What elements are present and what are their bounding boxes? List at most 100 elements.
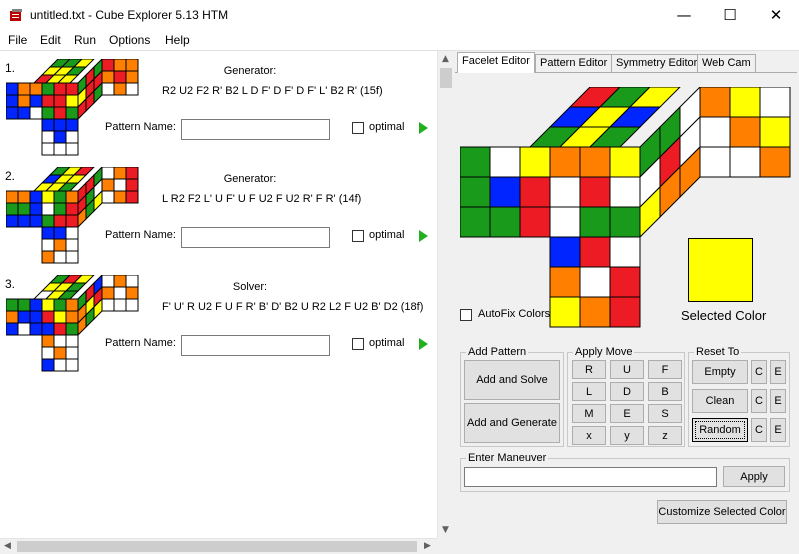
move-m-button[interactable]: M [572,404,606,423]
front-face-facelet[interactable] [65,94,79,108]
close-button[interactable]: ✕ [753,0,799,30]
down-face-facelet[interactable] [65,346,79,360]
left-face-facelet[interactable] [17,202,31,216]
reset-clean-button[interactable]: Clean [692,389,748,413]
reset-random-c-button[interactable]: C [751,418,767,442]
down-face-facelet[interactable] [65,130,79,144]
left-face-facelet[interactable] [6,310,19,324]
tab-pattern-editor[interactable]: Pattern Editor [535,54,613,72]
left-face-facelet[interactable] [17,190,31,204]
reset-random-e-button[interactable]: E [770,418,786,442]
right-face-facelet[interactable] [125,82,139,96]
front-face-facelet[interactable] [579,176,611,208]
right-face-facelet[interactable] [125,178,139,192]
maneuver-input[interactable] [464,467,717,487]
right-face-facelet[interactable] [729,87,761,118]
minimize-button[interactable]: — [661,0,707,30]
pattern-name-input[interactable] [181,119,330,140]
front-face-facelet[interactable] [41,94,55,108]
front-face-facelet[interactable] [609,146,641,178]
move-b-button[interactable]: B [648,382,682,401]
down-face-facelet[interactable] [549,266,581,298]
horizontal-scrollbar[interactable]: ◀ ▶ [0,538,437,554]
right-face-facelet[interactable] [113,82,127,96]
left-face-facelet[interactable] [489,146,521,178]
left-face-facelet[interactable] [519,176,551,208]
down-face-facelet[interactable] [41,358,55,372]
down-face-facelet[interactable] [53,334,67,348]
left-face-facelet[interactable] [29,202,43,216]
down-face-facelet[interactable] [41,142,55,156]
right-face-facelet[interactable] [125,286,139,300]
left-face-facelet[interactable] [29,106,43,120]
go-arrow-icon[interactable] [419,338,428,350]
down-face-facelet[interactable] [65,334,79,348]
move-e-button[interactable]: E [610,404,644,423]
down-face-facelet[interactable] [65,142,79,156]
front-face-facelet[interactable] [65,106,79,120]
down-face-facelet[interactable] [579,236,611,268]
down-face-facelet[interactable] [53,130,67,144]
left-face-facelet[interactable] [29,214,43,228]
left-face-facelet[interactable] [6,202,19,216]
right-face-facelet[interactable] [101,70,115,84]
customize-selected-color-button[interactable]: Customize Selected Color [657,500,787,524]
scroll-down-icon[interactable]: ▼ [442,525,449,535]
left-face-facelet[interactable] [29,322,43,336]
right-face-facelet[interactable] [113,275,127,288]
right-face-facelet[interactable] [759,116,791,148]
down-face-facelet[interactable] [41,118,55,132]
front-face-facelet[interactable] [53,298,67,312]
left-face-facelet[interactable] [29,82,43,96]
right-face-facelet[interactable] [729,146,761,178]
front-face-facelet[interactable] [41,202,55,216]
left-face-facelet[interactable] [17,322,31,336]
optimal-checkbox[interactable] [352,338,364,350]
down-face-facelet[interactable] [65,358,79,372]
front-face-facelet[interactable] [53,310,67,324]
down-face-facelet[interactable] [41,226,55,240]
left-face-facelet[interactable] [29,190,43,204]
front-face-facelet[interactable] [53,190,67,204]
right-face-facelet[interactable] [125,190,139,204]
left-face-facelet[interactable] [6,190,19,204]
left-face-facelet[interactable] [17,94,31,108]
menu-edit[interactable]: Edit [40,33,61,47]
down-face-facelet[interactable] [579,296,611,328]
down-face-facelet[interactable] [53,118,67,132]
down-face-facelet[interactable] [53,346,67,360]
down-face-facelet[interactable] [65,226,79,240]
left-face-facelet[interactable] [6,94,19,108]
front-face-facelet[interactable] [53,82,67,96]
cube-preview[interactable] [6,59,146,159]
right-face-facelet[interactable] [699,116,731,148]
down-face-facelet[interactable] [65,250,79,264]
front-face-facelet[interactable] [65,202,79,216]
pattern-list[interactable]: 1. Generator: R2 U2 F2 R' B2 L D F' D F'… [0,51,438,538]
front-face-facelet[interactable] [41,106,55,120]
menu-help[interactable]: Help [165,33,190,47]
scroll-thumb[interactable] [17,541,417,552]
move-x-button[interactable]: x [572,426,606,445]
down-face-facelet[interactable] [549,296,581,328]
front-face-facelet[interactable] [65,310,79,324]
front-face-facelet[interactable] [53,94,67,108]
left-face-facelet[interactable] [460,146,491,178]
right-face-facelet[interactable] [113,286,127,300]
down-face-facelet[interactable] [609,296,641,328]
left-face-facelet[interactable] [29,310,43,324]
down-face-facelet[interactable] [41,334,55,348]
right-face-facelet[interactable] [113,178,127,192]
down-face-facelet[interactable] [53,142,67,156]
left-face-facelet[interactable] [460,206,491,238]
left-face-facelet[interactable] [17,298,31,312]
left-face-facelet[interactable] [29,94,43,108]
vertical-scrollbar[interactable]: ▲ ▼ [437,51,454,538]
right-face-facelet[interactable] [699,87,731,118]
reset-empty-e-button[interactable]: E [770,360,786,384]
front-face-facelet[interactable] [549,146,581,178]
down-face-facelet[interactable] [609,236,641,268]
front-face-facelet[interactable] [65,214,79,228]
down-face-facelet[interactable] [549,236,581,268]
front-face-facelet[interactable] [53,322,67,336]
